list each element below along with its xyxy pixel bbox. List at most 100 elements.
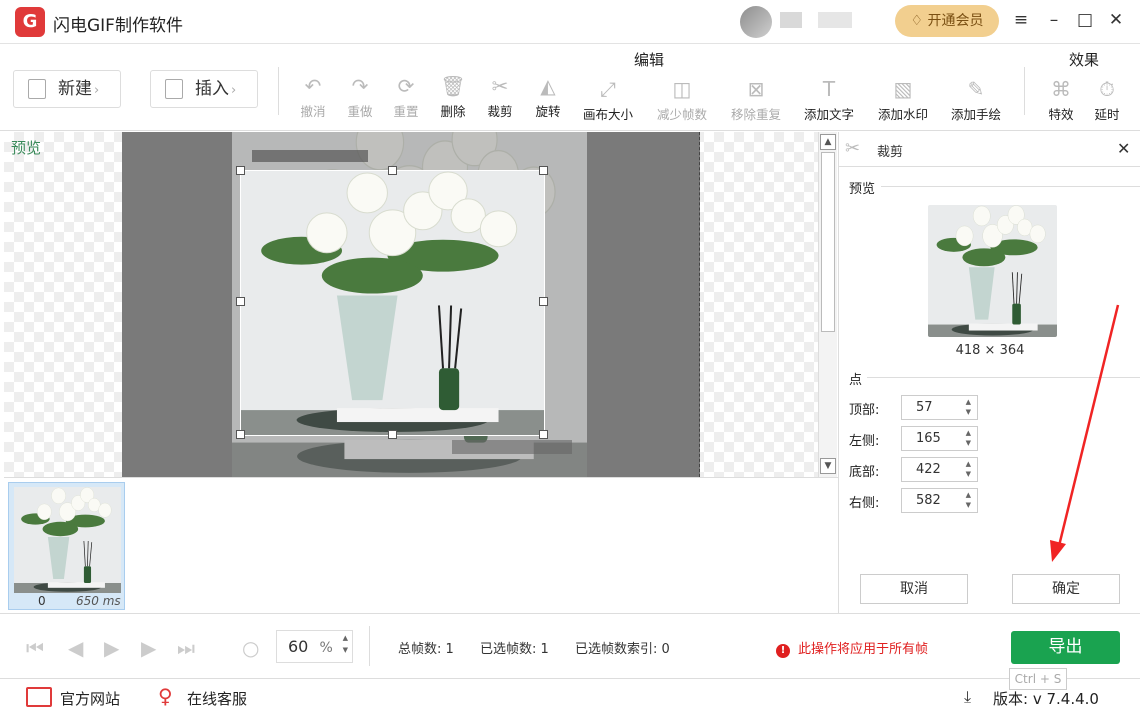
stepper-icon[interactable]: ▲ ▼ [966, 459, 971, 479]
next-frame-icon[interactable]: ▶ [141, 636, 156, 660]
frame-strip: 0 650 ms [4, 477, 838, 613]
insert-label: 插入 [195, 79, 229, 99]
crop-handle[interactable] [236, 166, 245, 175]
play-icon[interactable]: ▶ [104, 636, 119, 660]
tool-icon: ⤢ [600, 77, 616, 101]
tool-icon: ⏱ [1099, 77, 1115, 101]
close-button[interactable]: ✕ [1105, 10, 1127, 30]
total-frames: 总帧数: 1 [398, 642, 454, 657]
tool-13[interactable]: ⏱ 延时 [1079, 76, 1135, 123]
annotation-arrow [1050, 304, 1120, 562]
preview-canvas[interactable]: 预览 [4, 132, 818, 477]
tool-6[interactable]: ⤢ 画布大小 [573, 76, 643, 123]
monitor-icon [26, 687, 52, 707]
tool-5[interactable]: ◭ 旋转 [520, 73, 576, 120]
preview-label: 预览 [11, 139, 42, 157]
vip-button[interactable]: ♢ 开通会员 [895, 5, 999, 37]
scroll-thumb[interactable] [821, 152, 835, 332]
field-value: 582 [916, 493, 941, 508]
section-effect-label: 效果 [1069, 51, 1100, 69]
footer: 官方网站 ♀ 在线客服 ⤓ 版本: v 7.4.4.0 [0, 680, 1140, 713]
cancel-button[interactable]: 取消 [860, 574, 968, 604]
ok-button[interactable]: 确定 [1012, 574, 1120, 604]
crop-field-input[interactable]: 57 ▲ ▼ [901, 395, 978, 420]
chevron-right-icon: › [94, 83, 100, 98]
crop-handle[interactable] [539, 297, 548, 306]
crop-handle[interactable] [388, 430, 397, 439]
first-frame-icon[interactable]: ⏮ [26, 636, 44, 660]
selected-frames: 已选帧数: 1 [480, 642, 549, 657]
stepper-icon[interactable]: ▲ ▼ [966, 490, 971, 510]
field-label: 顶部: [849, 403, 880, 418]
insert-button[interactable]: 插入 › [150, 70, 258, 108]
canvas-area [122, 132, 700, 477]
field-label: 左侧: [849, 434, 880, 449]
tool-7[interactable]: ◫ 减少帧数 [647, 76, 717, 123]
tool-label: 移除重复 [730, 107, 781, 122]
tool-label: 添加文字 [803, 107, 854, 122]
tool-8[interactable]: ⊠ 移除重复 [721, 76, 791, 123]
warning-message: ! 此操作将应用于所有帧 [776, 638, 928, 658]
crop-handle[interactable] [539, 430, 548, 439]
frame-thumbnail[interactable]: 0 650 ms [8, 482, 125, 610]
zoom-value: 60 [288, 637, 309, 656]
crop-field-input[interactable]: 165 ▲ ▼ [901, 426, 978, 451]
tool-icon: ✎ [967, 77, 985, 101]
online-support-link[interactable]: 在线客服 [187, 688, 247, 709]
scroll-up-icon[interactable]: ▲ [820, 134, 836, 150]
crop-field-input[interactable]: 582 ▲ ▼ [901, 488, 978, 513]
app-logo: G [15, 7, 45, 37]
crop-selection[interactable] [240, 170, 545, 436]
crop-handle[interactable] [236, 430, 245, 439]
watermark-blurred [452, 440, 572, 454]
version-text: 版本: v 7.4.4.0 [993, 690, 1099, 708]
zoom-unit: % [319, 640, 333, 656]
last-frame-icon[interactable]: ⏭ [177, 636, 195, 660]
prev-frame-icon[interactable]: ◀ [68, 636, 83, 660]
stepper-icon[interactable]: ▲ ▼ [966, 428, 971, 448]
title-bar: G 闪电GIF制作软件 ♢ 开通会员 ≡ – □ ✕ [0, 0, 1140, 44]
new-button[interactable]: 新建 › [13, 70, 121, 108]
frame-image [14, 487, 121, 593]
vertical-scrollbar[interactable]: ▲ ▼ [818, 132, 837, 477]
frame-index: 0 [38, 594, 46, 608]
divider [881, 186, 1140, 187]
user-name-blurred [780, 12, 802, 28]
section-edit-label: 编辑 [634, 51, 665, 69]
field-value: 422 [916, 462, 941, 477]
points-group-label: 点 [849, 373, 863, 388]
zoom-input[interactable]: 60 % ▲ ▼ [276, 630, 353, 663]
minimize-button[interactable]: – [1043, 10, 1065, 30]
field-label: 底部: [849, 465, 880, 480]
tool-11[interactable]: ✎ 添加手绘 [941, 76, 1011, 123]
crop-handle[interactable] [236, 297, 245, 306]
avatar[interactable] [740, 6, 772, 38]
crop-handle[interactable] [388, 166, 397, 175]
tool-label: 添加手绘 [950, 107, 1001, 122]
official-website-link[interactable]: 官方网站 [60, 688, 120, 709]
tool-9[interactable]: T 添加文字 [794, 76, 864, 123]
tool-label: 旋转 [535, 104, 561, 119]
maximize-button[interactable]: □ [1074, 10, 1096, 30]
preview-group-label: 预览 [849, 182, 876, 197]
menu-icon[interactable]: ≡ [1010, 10, 1032, 30]
new-file-icon [28, 79, 46, 99]
download-icon[interactable]: ⤓ [964, 687, 971, 707]
export-button[interactable]: 导出 [1011, 631, 1120, 664]
crop-handle[interactable] [539, 166, 548, 175]
selected-frame-index: 已选帧数索引: 0 [575, 642, 670, 657]
tool-icon: ◫ [672, 77, 692, 101]
tool-icon: ⊠ [747, 77, 765, 101]
close-icon[interactable]: ✕ [1117, 139, 1130, 158]
new-label: 新建 [58, 79, 92, 99]
tool-10[interactable]: ▧ 添加水印 [868, 76, 938, 123]
scroll-down-icon[interactable]: ▼ [820, 458, 836, 474]
diamond-icon: ♢ [910, 13, 928, 29]
zoom-stepper[interactable]: ▲ ▼ [343, 632, 348, 656]
vip-label: 开通会员 [927, 13, 984, 29]
stepper-icon[interactable]: ▲ ▼ [966, 397, 971, 417]
field-label: 右侧: [849, 496, 880, 511]
crop-field-input[interactable]: 422 ▲ ▼ [901, 457, 978, 482]
zoom-icon[interactable]: ○ [242, 636, 259, 660]
chevron-right-icon: › [231, 83, 237, 98]
